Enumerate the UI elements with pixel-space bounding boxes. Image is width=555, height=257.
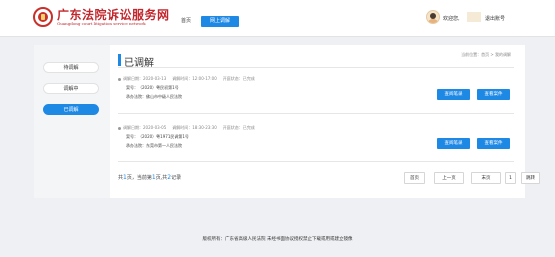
pagination-info: 共1页，当前第1页,共2记录 [118, 174, 181, 181]
sidebar-item-completed[interactable]: 已调解 [43, 104, 99, 115]
title-accent-bar [118, 54, 121, 66]
content-panel: 待调解 调解中 已调解 已调解 当前位置：首页 > 我的调解 调解日期：2020… [34, 45, 540, 198]
case-number: 案号：（2020）粤民初第1号 [126, 85, 179, 90]
divider [118, 113, 514, 114]
sidebar-item-pending[interactable]: 待调解 [43, 62, 99, 73]
jump-button[interactable]: 跳转 [521, 172, 540, 184]
mediation-date: 调解日期：2020-03-05 [123, 125, 167, 130]
first-page-button[interactable]: 首页 [404, 172, 425, 184]
nav-online-mediation[interactable]: 网上调解 [201, 16, 239, 27]
user-avatar[interactable] [426, 10, 440, 24]
divider [118, 67, 514, 68]
main-content: 已调解 当前位置：首页 > 我的调解 调解日期：2020-03-13 调解时间：1… [114, 45, 540, 198]
welcome-text: 欢迎您, [443, 16, 460, 22]
last-page-button[interactable]: 末页 [471, 172, 501, 184]
divider [118, 161, 514, 162]
list-item: 调解日期：2020-03-05 调解时间：18:30-23:30 开庭状态：已完成 … [118, 122, 514, 156]
record-meta: 调解日期：2020-03-05 调解时间：18:30-23:30 开庭状态：已完成 [118, 125, 255, 131]
bullet-icon [118, 126, 121, 130]
mediation-time: 调解时间：18:30-23:30 [172, 125, 217, 130]
view-transcript-button[interactable]: 查阅笔录 [437, 89, 470, 100]
pager-text: 页,共 [155, 175, 168, 181]
sidebar-item-in-progress[interactable]: 调解中 [43, 83, 99, 94]
hearing-status: 开庭状态：已完成 [222, 76, 255, 81]
handling-court: 承办法院：东莞市第一人民法院 [126, 143, 182, 148]
handling-court: 承办法院：佛山市中级人民法院 [126, 94, 182, 99]
sidebar: 待调解 调解中 已调解 [34, 45, 110, 198]
logout-link[interactable]: 退出账号 [485, 15, 505, 22]
pager-text: 记录 [171, 175, 182, 181]
site-subtitle: Guangdong court litigation service netwo… [57, 21, 146, 26]
prev-page-button[interactable]: 上一页 [434, 172, 464, 184]
view-case-button[interactable]: 查看案件 [477, 89, 510, 100]
view-transcript-button[interactable]: 查阅笔录 [437, 138, 470, 149]
list-item: 调解日期：2020-03-13 调解时间：12:00-17:00 开庭状态：已完成 … [118, 73, 514, 107]
page-number-input[interactable]: 1 [505, 172, 516, 184]
username [467, 12, 481, 22]
record-meta: 调解日期：2020-03-13 调解时间：12:00-17:00 开庭状态：已完成 [118, 76, 255, 82]
bullet-icon [118, 77, 121, 81]
view-case-button[interactable]: 查看案件 [477, 138, 510, 149]
hearing-status: 开庭状态：已完成 [222, 125, 255, 130]
case-number: 案号：（2020）粤1971民调第1号 [126, 134, 189, 139]
footer-copyright: 版权所有：广东省高级人民法院 未经书面协议授权禁止下载或用或建立镜像 [202, 237, 353, 242]
top-header: 广东法院诉讼服务网 Guangdong court litigation ser… [0, 0, 555, 37]
mediation-time: 调解时间：12:00-17:00 [172, 76, 217, 81]
breadcrumb[interactable]: 当前位置：首页 > 我的调解 [461, 52, 511, 58]
court-emblem-icon [33, 7, 53, 27]
pager-text: 页，当前第 [126, 175, 152, 181]
mediation-date: 调解日期：2020-03-13 [123, 76, 167, 81]
nav-home[interactable]: 首页 [176, 16, 196, 27]
